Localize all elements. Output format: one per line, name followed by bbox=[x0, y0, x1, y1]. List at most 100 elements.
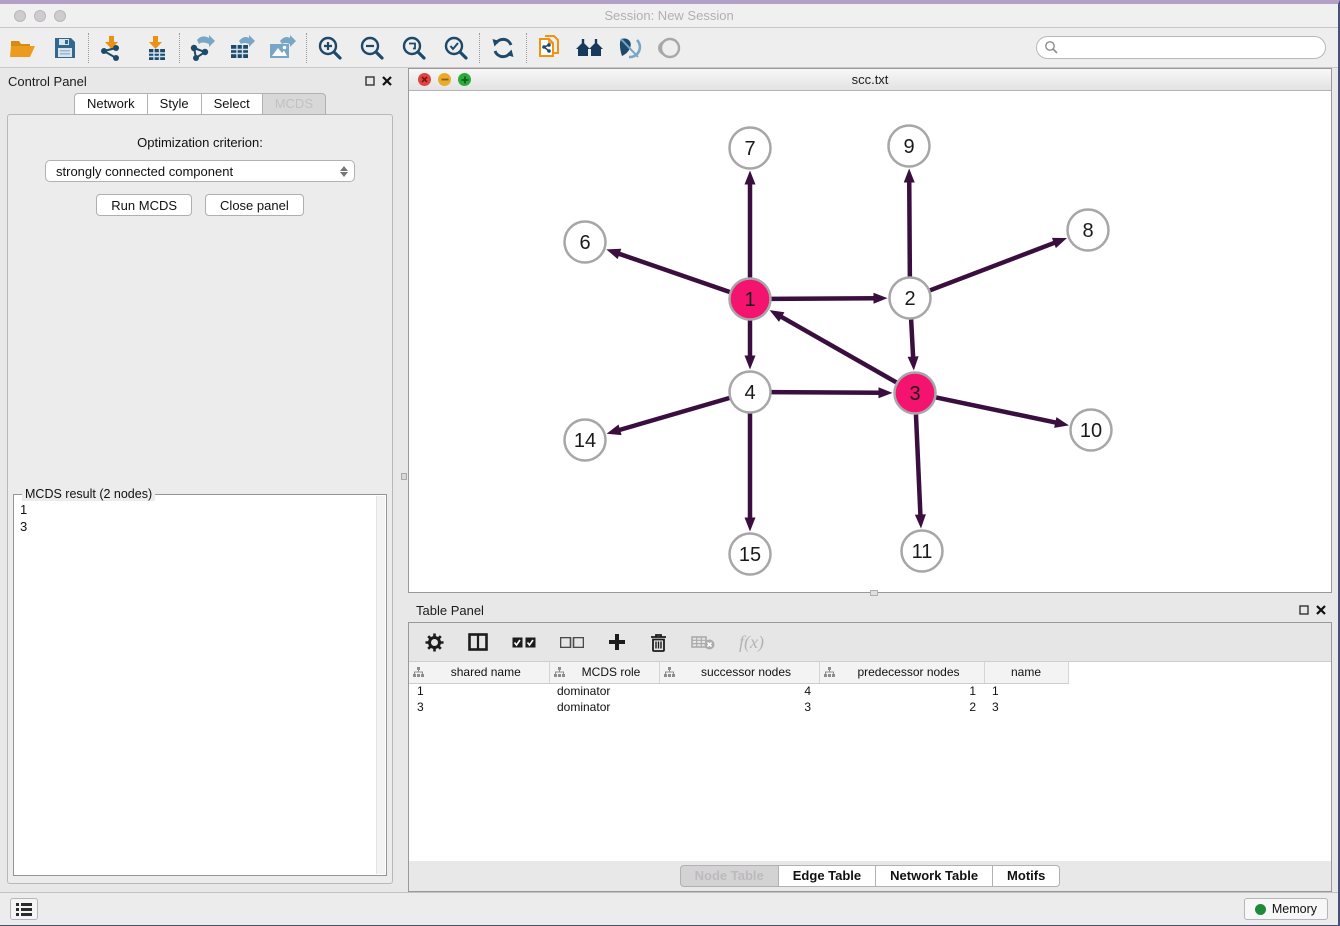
save-session-button[interactable] bbox=[50, 33, 80, 63]
cell-name[interactable]: 1 bbox=[984, 683, 1068, 699]
graph-node-8[interactable]: 8 bbox=[1068, 210, 1109, 251]
create-column-button[interactable] bbox=[608, 633, 626, 651]
vizmapper-button[interactable] bbox=[615, 33, 645, 63]
cell-successor-nodes[interactable]: 4 bbox=[659, 683, 819, 699]
table-settings-button[interactable] bbox=[425, 633, 444, 652]
float-table-panel-icon[interactable] bbox=[1299, 605, 1309, 615]
graph-node-14[interactable]: 14 bbox=[565, 420, 606, 461]
function-builder-button[interactable]: f(x) bbox=[739, 632, 764, 653]
clone-network-button[interactable] bbox=[535, 33, 565, 63]
cell-mcds-role[interactable]: dominator bbox=[549, 683, 659, 699]
graph-node-1[interactable]: 1 bbox=[730, 279, 771, 320]
close-panel-button[interactable]: Close panel bbox=[205, 194, 304, 216]
search-input[interactable] bbox=[1036, 36, 1326, 59]
zoom-fit-button[interactable] bbox=[399, 33, 429, 63]
table-row[interactable]: 3 dominator 3 2 3 bbox=[409, 699, 1068, 715]
tab-network-table[interactable]: Network Table bbox=[875, 865, 992, 887]
tab-style[interactable]: Style bbox=[147, 93, 201, 115]
export-table-icon bbox=[229, 35, 257, 61]
vertical-splitter[interactable] bbox=[400, 68, 408, 892]
import-network-button[interactable] bbox=[97, 33, 127, 63]
close-table-panel-icon[interactable] bbox=[1316, 605, 1326, 615]
export-network-button[interactable] bbox=[188, 33, 218, 63]
deselect-all-button[interactable] bbox=[560, 637, 584, 648]
graph-node-9[interactable]: 9 bbox=[889, 126, 930, 167]
graph-edge-2-9[interactable] bbox=[909, 179, 910, 276]
tab-motifs[interactable]: Motifs bbox=[992, 865, 1060, 887]
tab-network[interactable]: Network bbox=[74, 93, 147, 115]
mcds-panel: Optimization criterion: strongly connect… bbox=[7, 114, 393, 884]
column-header-predecessor-nodes[interactable]: predecessor nodes bbox=[819, 662, 984, 683]
hide-panels-button[interactable] bbox=[655, 33, 685, 63]
memory-button[interactable]: Memory bbox=[1244, 898, 1328, 920]
hierarchy-icon bbox=[824, 667, 835, 678]
tab-mcds[interactable]: MCDS bbox=[262, 93, 326, 115]
network-canvas[interactable]: 7 9 6 8 1 2 4 3 14 10 15 11 bbox=[409, 91, 1331, 592]
table-row[interactable]: 1 dominator 4 1 1 bbox=[409, 683, 1068, 699]
cell-predecessor-nodes[interactable]: 2 bbox=[819, 699, 984, 715]
graph-edge-2-8[interactable] bbox=[930, 242, 1057, 290]
column-header-successor-nodes[interactable]: successor nodes bbox=[659, 662, 819, 683]
float-panel-icon[interactable] bbox=[365, 76, 375, 86]
table-panel-body: f(x) bbox=[408, 622, 1332, 892]
graph-node-10[interactable]: 10 bbox=[1071, 410, 1112, 451]
cell-predecessor-nodes[interactable]: 1 bbox=[819, 683, 984, 699]
open-session-button[interactable] bbox=[8, 33, 38, 63]
delete-column-button[interactable] bbox=[650, 633, 667, 652]
zoom-in-button[interactable] bbox=[315, 33, 345, 63]
graph-edge-1-2[interactable] bbox=[771, 298, 876, 299]
splitter-grip[interactable] bbox=[401, 473, 407, 480]
graph-edge-3-10[interactable] bbox=[936, 397, 1058, 423]
graph-node-6[interactable]: 6 bbox=[565, 222, 606, 263]
select-all-button[interactable] bbox=[512, 637, 536, 648]
svg-text:15: 15 bbox=[739, 544, 761, 566]
graph-node-7[interactable]: 7 bbox=[730, 128, 771, 169]
cell-successor-nodes[interactable]: 3 bbox=[659, 699, 819, 715]
node-table: shared name MCDS role bbox=[409, 661, 1331, 861]
run-mcds-button[interactable]: Run MCDS bbox=[96, 194, 192, 216]
zoom-selected-button[interactable] bbox=[441, 33, 471, 63]
export-table-button[interactable] bbox=[228, 33, 258, 63]
close-panel-icon[interactable] bbox=[382, 76, 392, 86]
tab-select[interactable]: Select bbox=[201, 93, 262, 115]
zoom-out-button[interactable] bbox=[357, 33, 387, 63]
graph-edge-2-3[interactable] bbox=[911, 319, 913, 359]
graph-node-2[interactable]: 2 bbox=[890, 278, 931, 319]
delete-table-button[interactable] bbox=[691, 634, 715, 650]
zoom-selected-icon bbox=[443, 35, 469, 61]
svg-text:6: 6 bbox=[579, 232, 590, 254]
network-resize-grip[interactable] bbox=[870, 590, 878, 596]
criterion-select[interactable]: strongly connected component bbox=[45, 160, 355, 182]
tab-edge-table[interactable]: Edge Table bbox=[778, 865, 875, 887]
graph-node-15[interactable]: 15 bbox=[730, 534, 771, 575]
show-column-button[interactable] bbox=[468, 633, 488, 651]
mcds-result-box: MCDS result (2 nodes) 1 3 bbox=[13, 494, 387, 876]
cell-name[interactable]: 3 bbox=[984, 699, 1068, 715]
task-history-button[interactable] bbox=[10, 898, 38, 920]
refresh-view-button[interactable] bbox=[488, 33, 518, 63]
network-window-titlebar: scc.txt bbox=[409, 69, 1331, 91]
column-header-mcds-role[interactable]: MCDS role bbox=[549, 662, 659, 683]
delete-table-icon bbox=[691, 634, 715, 650]
graph-edge-4-14[interactable] bbox=[617, 398, 729, 431]
graph-node-11[interactable]: 11 bbox=[902, 531, 943, 572]
import-table-button[interactable] bbox=[141, 33, 171, 63]
cell-mcds-role[interactable]: dominator bbox=[549, 699, 659, 715]
graph-node-3[interactable]: 3 bbox=[895, 373, 936, 414]
result-scrollbar[interactable] bbox=[376, 496, 385, 874]
memory-status-icon bbox=[1255, 904, 1266, 915]
edge-arrowhead bbox=[878, 387, 892, 398]
open-browser-button[interactable] bbox=[575, 33, 605, 63]
cell-shared-name[interactable]: 1 bbox=[409, 683, 549, 699]
graph-edge-1-6[interactable] bbox=[617, 253, 730, 292]
column-header-shared-name[interactable]: shared name bbox=[409, 662, 549, 683]
tab-node-table[interactable]: Node Table bbox=[680, 865, 778, 887]
graph-edge-4-3[interactable] bbox=[771, 392, 881, 393]
graph-edge-3-1[interactable] bbox=[779, 316, 896, 383]
graph-edge-3-11[interactable] bbox=[916, 414, 921, 517]
edge-arrowhead bbox=[873, 293, 887, 304]
cell-shared-name[interactable]: 3 bbox=[409, 699, 549, 715]
graph-node-4[interactable]: 4 bbox=[730, 372, 771, 413]
column-header-name[interactable]: name bbox=[984, 662, 1068, 683]
export-image-button[interactable] bbox=[268, 33, 298, 63]
